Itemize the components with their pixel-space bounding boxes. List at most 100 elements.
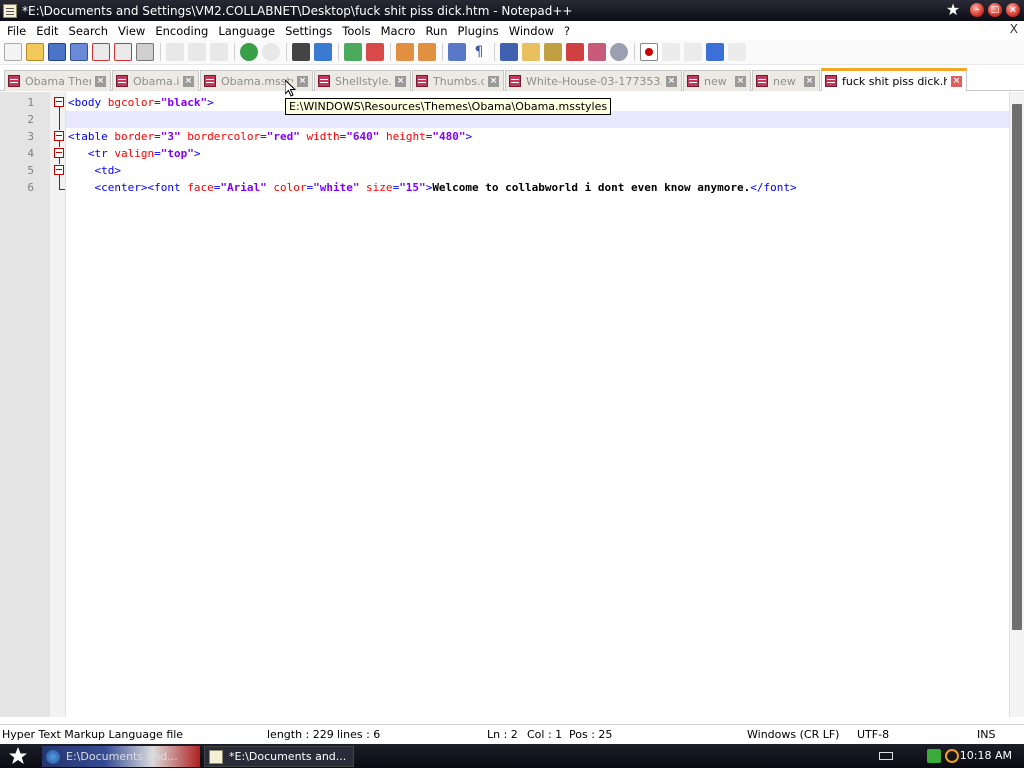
- copy-icon[interactable]: [188, 43, 206, 61]
- tab-obama-icl[interactable]: Obama.icl ×: [112, 70, 199, 91]
- fold-toggle-icon[interactable]: [54, 97, 64, 107]
- tab-close-icon[interactable]: ×: [666, 75, 677, 87]
- zoom-in-icon[interactable]: [344, 43, 362, 61]
- menu-plugins[interactable]: Plugins: [454, 24, 503, 38]
- tab-close-icon[interactable]: ×: [951, 75, 962, 87]
- print-icon[interactable]: [136, 43, 154, 61]
- menu-help[interactable]: ?: [560, 24, 574, 38]
- record-macro-icon[interactable]: [640, 43, 658, 61]
- editor-area[interactable]: 1 2 3 4 5 6 <body bgcolor="black"> <tabl…: [0, 92, 1024, 717]
- folder-as-workspace-icon[interactable]: [588, 43, 606, 61]
- status-encoding[interactable]: UTF-8: [857, 728, 889, 741]
- play-macro-icon[interactable]: [684, 43, 702, 61]
- new-file-icon[interactable]: [4, 43, 22, 61]
- close-file-icon[interactable]: [92, 43, 110, 61]
- tab-thumbs-db[interactable]: Thumbs.db ×: [412, 70, 504, 91]
- menu-search[interactable]: Search: [65, 24, 113, 38]
- menu-view[interactable]: View: [114, 24, 149, 38]
- tab-label: Thumbs.db: [433, 74, 484, 88]
- html-attribute: width: [299, 130, 340, 143]
- code-line-1[interactable]: <body bgcolor="black">: [68, 94, 214, 111]
- tab-obama-theme[interactable]: Obama Theme ×: [4, 70, 111, 91]
- undo-icon[interactable]: [240, 43, 258, 61]
- close-document-button[interactable]: X: [1010, 22, 1018, 36]
- code-line-4[interactable]: <tr valign="top">: [68, 145, 201, 162]
- redo-icon[interactable]: [262, 43, 280, 61]
- code-line-5[interactable]: <td>: [68, 162, 122, 179]
- tab-white-house-jpeg[interactable]: White-House-03-177353.jpeg ×: [505, 70, 682, 91]
- menu-language[interactable]: Language: [214, 24, 279, 38]
- tab-new-2[interactable]: new 2 ×: [752, 70, 820, 91]
- tab-close-icon[interactable]: ×: [804, 75, 815, 87]
- title-bar[interactable]: *E:\Documents and Settings\VM2.COLLABNET…: [0, 0, 1024, 21]
- tab-close-icon[interactable]: ×: [297, 75, 308, 87]
- menu-edit[interactable]: Edit: [32, 24, 62, 38]
- tab-bar: Obama Theme × Obama.icl × Obama.msstyles…: [0, 67, 1024, 91]
- status-eol[interactable]: Windows (CR LF): [747, 728, 839, 741]
- code-line-6[interactable]: <center><font face="Arial" color="white"…: [68, 179, 797, 196]
- zoom-out-icon[interactable]: [366, 43, 384, 61]
- search-icon[interactable]: [945, 749, 959, 763]
- menu-settings[interactable]: Settings: [281, 24, 336, 38]
- taskbar-item-notepad[interactable]: *E:\Documents and...: [204, 746, 354, 767]
- find-icon[interactable]: [292, 43, 310, 61]
- line-number-gutter: 1 2 3 4 5 6: [0, 92, 50, 717]
- cut-icon[interactable]: [166, 43, 184, 61]
- function-list-icon[interactable]: [566, 43, 584, 61]
- tab-new-1[interactable]: new 1 ×: [683, 70, 751, 91]
- maximize-button[interactable]: □: [988, 3, 1002, 17]
- menu-file[interactable]: File: [3, 24, 30, 38]
- close-all-icon[interactable]: [114, 43, 132, 61]
- monitoring-icon[interactable]: [610, 43, 628, 61]
- fold-toggle-icon[interactable]: [54, 165, 64, 175]
- open-folder-icon[interactable]: [26, 43, 44, 61]
- save-all-icon[interactable]: [70, 43, 88, 61]
- start-button[interactable]: [0, 744, 40, 768]
- fold-toggle-icon[interactable]: [54, 131, 64, 141]
- tab-fuck-shit-piss-dick-htm[interactable]: fuck shit piss dick.htm ×: [821, 68, 967, 91]
- doc-map-icon[interactable]: [544, 43, 562, 61]
- tab-close-icon[interactable]: ×: [95, 75, 106, 87]
- network-icon[interactable]: [927, 749, 941, 763]
- menu-tools[interactable]: Tools: [338, 24, 374, 38]
- close-button[interactable]: ×: [1006, 3, 1020, 17]
- indent-guide-icon[interactable]: [500, 43, 518, 61]
- fold-toggle-icon[interactable]: [54, 148, 64, 158]
- toolbar-separator: [338, 43, 339, 61]
- sync-vertical-icon[interactable]: [396, 43, 414, 61]
- tab-close-icon[interactable]: ×: [395, 75, 406, 87]
- user-language-icon[interactable]: [522, 43, 540, 61]
- menu-window[interactable]: Window: [505, 24, 558, 38]
- scrollbar-thumb[interactable]: [1012, 104, 1022, 630]
- fold-line: [59, 158, 60, 164]
- menu-encoding[interactable]: Encoding: [151, 24, 212, 38]
- tab-close-icon[interactable]: ×: [183, 75, 194, 87]
- paste-icon[interactable]: [210, 43, 228, 61]
- tab-shellstyle-dll[interactable]: Shellstyle.dll ×: [314, 70, 411, 91]
- minimize-button[interactable]: –: [970, 3, 984, 17]
- file-icon: [8, 75, 20, 87]
- html-tag: <center><font: [94, 181, 188, 194]
- keyboard-icon[interactable]: [879, 752, 893, 760]
- menu-run[interactable]: Run: [421, 24, 451, 38]
- taskbar-item-explorer[interactable]: E:\Documents and...: [42, 746, 200, 767]
- html-attribute: height: [379, 130, 426, 143]
- code-line-3[interactable]: <table border="3" bordercolor="red" widt…: [68, 128, 472, 145]
- menu-macro[interactable]: Macro: [377, 24, 420, 38]
- save-macro-icon[interactable]: [728, 43, 746, 61]
- tab-close-icon[interactable]: ×: [488, 75, 499, 87]
- file-icon: [825, 75, 837, 87]
- status-position: Pos : 25: [569, 728, 613, 741]
- word-wrap-icon[interactable]: [448, 43, 466, 61]
- html-value: "Arial": [220, 181, 267, 194]
- run-macro-multiple-icon[interactable]: [706, 43, 724, 61]
- show-all-characters-icon[interactable]: ¶: [470, 43, 488, 61]
- clock[interactable]: 10:18 AM: [960, 749, 1012, 762]
- sync-horizontal-icon[interactable]: [418, 43, 436, 61]
- tab-close-icon[interactable]: ×: [735, 75, 746, 87]
- stop-macro-icon[interactable]: [662, 43, 680, 61]
- vertical-scrollbar[interactable]: [1009, 92, 1024, 717]
- toolbar: ¶: [0, 40, 1024, 65]
- save-icon[interactable]: [48, 43, 66, 61]
- replace-icon[interactable]: [314, 43, 332, 61]
